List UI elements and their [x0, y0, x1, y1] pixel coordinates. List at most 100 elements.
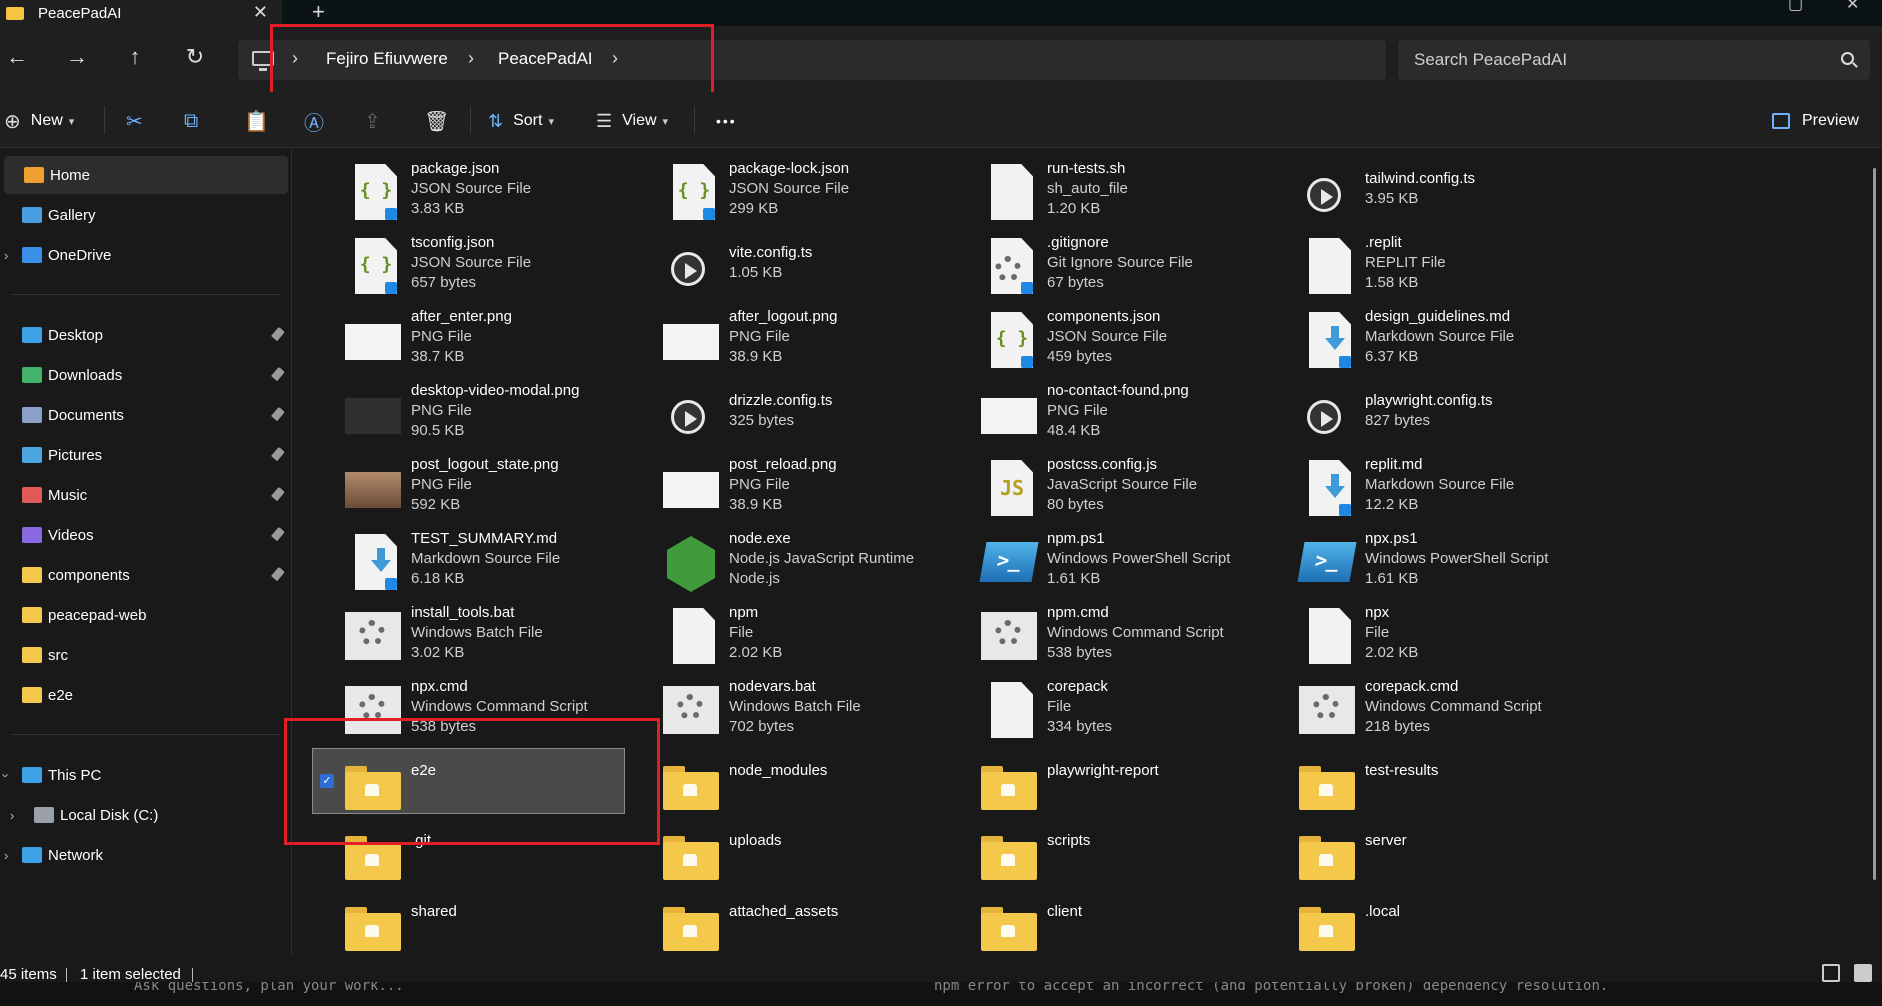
- more-options-button[interactable]: •••: [716, 108, 737, 134]
- file-item[interactable]: { } package-lock.json JSON Source File 299 …: [663, 158, 973, 230]
- folder-icon: [1299, 766, 1355, 810]
- refresh-icon[interactable]: ↻: [178, 40, 212, 74]
- sort-button[interactable]: ⇅ Sort ▾: [488, 108, 554, 134]
- tiles-view-icon[interactable]: [1854, 964, 1872, 982]
- new-tab-button[interactable]: +: [312, 0, 325, 25]
- file-item[interactable]: playwright.config.ts 827 bytes: [1299, 380, 1609, 452]
- folder-item[interactable]: attached_assets: [663, 891, 973, 963]
- file-item[interactable]: after_logout.png PNG File 38.9 KB: [663, 306, 973, 378]
- sidebar-item-components[interactable]: components: [0, 556, 290, 594]
- file-item[interactable]: TEST_SUMMARY.md Markdown Source File 6.18 …: [345, 528, 655, 600]
- file-item[interactable]: npm File 2.02 KB: [663, 602, 973, 674]
- sidebar-item-pictures[interactable]: Pictures: [0, 436, 290, 474]
- folder-item[interactable]: playwright-report: [981, 750, 1291, 822]
- file-item[interactable]: run-tests.sh sh_auto_file 1.20 KB: [981, 158, 1291, 230]
- sidebar-item-e2e[interactable]: e2e: [0, 676, 290, 714]
- file-name: tsconfig.json: [411, 234, 495, 251]
- file-item[interactable]: after_enter.png PNG File 38.7 KB: [345, 306, 655, 378]
- file-size: 538 bytes: [1047, 644, 1113, 661]
- file-size: 1.20 KB: [1047, 200, 1101, 217]
- view-button[interactable]: ☰ View ▾: [596, 108, 668, 134]
- sidebar-item-gallery[interactable]: Gallery: [0, 196, 290, 234]
- preview-button[interactable]: Preview: [1772, 108, 1859, 134]
- sidebar-item-local-disk[interactable]: › Local Disk (C:): [0, 796, 290, 834]
- file-item[interactable]: { } tsconfig.json JSON Source File 657 byte…: [345, 232, 655, 304]
- file-type: Git Ignore Source File: [1047, 254, 1193, 271]
- chevron-right-icon[interactable]: ›: [4, 248, 8, 263]
- share-button[interactable]: ⇪: [364, 108, 381, 134]
- maximize-icon[interactable]: ▢: [1788, 0, 1803, 14]
- chevron-down-icon[interactable]: ›: [0, 773, 14, 777]
- file-item[interactable]: no-contact-found.png PNG File 48.4 KB: [981, 380, 1291, 452]
- file-item[interactable]: .replit REPLIT File 1.58 KB: [1299, 232, 1609, 304]
- folder-icon: [6, 6, 24, 20]
- file-item[interactable]: .gitignore Git Ignore Source File 67 bytes: [981, 232, 1291, 304]
- sidebar-item-home[interactable]: Home: [4, 156, 288, 194]
- new-button[interactable]: ⊕ New ▾: [4, 108, 74, 134]
- file-item[interactable]: { } components.json JSON Source File 459 by…: [981, 306, 1291, 378]
- file-item[interactable]: >_ npx.ps1 Windows PowerShell Script 1.61 K…: [1297, 528, 1609, 600]
- file-icon-wrap: [345, 460, 401, 520]
- sidebar-item-desktop[interactable]: Desktop: [0, 316, 290, 354]
- search-icon: [1841, 52, 1854, 65]
- details-view-icon[interactable]: [1822, 964, 1840, 982]
- rename-button[interactable]: Ⓐ: [304, 108, 324, 135]
- file-item[interactable]: install_tools.bat Windows Batch File 3.02 …: [345, 602, 655, 674]
- close-icon[interactable]: ✕: [253, 0, 268, 24]
- file-item[interactable]: node.exe Node.js JavaScript Runtime Node.j…: [663, 528, 973, 600]
- file-name: components.json: [1047, 308, 1161, 325]
- folder-item[interactable]: .local: [1299, 891, 1609, 963]
- sidebar-item-documents[interactable]: Documents: [0, 396, 290, 434]
- sidebar-item-src[interactable]: src: [0, 636, 290, 674]
- view-icon: ☰: [596, 110, 613, 131]
- tab-peacepadai[interactable]: PeacePadAI ✕: [0, 0, 282, 26]
- file-item[interactable]: drizzle.config.ts 325 bytes: [663, 380, 973, 452]
- file-item[interactable]: tailwind.config.ts 3.95 KB: [1299, 158, 1609, 230]
- file-item[interactable]: post_reload.png PNG File 38.9 KB: [663, 454, 973, 526]
- sidebar-item-downloads[interactable]: Downloads: [0, 356, 290, 394]
- chevron-right-icon[interactable]: ›: [4, 848, 8, 863]
- file-name: npm.cmd: [1047, 604, 1109, 621]
- file-item[interactable]: { } package.json JSON Source File 3.83 KB: [345, 158, 655, 230]
- sidebar-item-this-pc[interactable]: › This PC: [0, 756, 290, 794]
- close-window-icon[interactable]: ✕: [1846, 0, 1859, 14]
- vertical-scrollbar[interactable]: [1873, 168, 1876, 880]
- vscode-badge-icon: [1021, 282, 1033, 294]
- file-item[interactable]: corepack File 334 bytes: [981, 676, 1291, 748]
- sidebar-item-videos[interactable]: Videos: [0, 516, 290, 554]
- file-item[interactable]: npm.cmd Windows Command Script 538 bytes: [981, 602, 1291, 674]
- folder-item[interactable]: uploads: [663, 820, 973, 892]
- folder-item[interactable]: client: [981, 891, 1291, 963]
- sidebar-item-onedrive[interactable]: › OneDrive: [0, 236, 290, 274]
- sidebar-item-network[interactable]: › Network: [0, 836, 290, 874]
- forward-icon[interactable]: →: [60, 40, 94, 74]
- folder-item[interactable]: test-results: [1299, 750, 1609, 822]
- file-item[interactable]: JS postcss.config.js JavaScript Source Fil…: [981, 454, 1291, 526]
- file-item[interactable]: post_logout_state.png PNG File 592 KB: [345, 454, 655, 526]
- file-item[interactable]: >_ npm.ps1 Windows PowerShell Script 1.61 K…: [979, 528, 1291, 600]
- file-item[interactable]: vite.config.ts 1.05 KB: [663, 232, 973, 304]
- folder-item[interactable]: shared: [345, 891, 655, 963]
- folder-item[interactable]: server: [1299, 820, 1609, 892]
- cut-button[interactable]: ✂: [126, 108, 143, 134]
- paste-button[interactable]: 📋: [244, 108, 269, 134]
- file-icon-wrap: [1299, 164, 1355, 224]
- up-icon[interactable]: ↑: [118, 40, 152, 74]
- file-item[interactable]: nodevars.bat Windows Batch File 702 bytes: [663, 676, 973, 748]
- file-item[interactable]: desktop-video-modal.png PNG File 90.5 KB: [345, 380, 655, 452]
- file-item[interactable]: design_guidelines.md Markdown Source File…: [1299, 306, 1609, 378]
- back-icon[interactable]: ←: [0, 40, 34, 74]
- sidebar-item-music[interactable]: Music: [0, 476, 290, 514]
- chevron-right-icon[interactable]: ›: [10, 808, 14, 823]
- copy-button[interactable]: ⧉: [184, 108, 198, 134]
- search-input[interactable]: Search PeacePadAI: [1398, 40, 1870, 80]
- file-item[interactable]: replit.md Markdown Source File 12.2 KB: [1299, 454, 1609, 526]
- delete-button[interactable]: 🗑: [424, 108, 449, 134]
- sidebar-item-peacepad-web[interactable]: peacepad-web: [0, 596, 290, 634]
- folder-item[interactable]: node_modules: [663, 750, 973, 822]
- file-item[interactable]: npx File 2.02 KB: [1299, 602, 1609, 674]
- file-item[interactable]: corepack.cmd Windows Command Script 218 by…: [1299, 676, 1609, 748]
- file-type: File: [1047, 698, 1072, 715]
- selection-count: 1 item selected: [80, 966, 181, 983]
- folder-item[interactable]: scripts: [981, 820, 1291, 892]
